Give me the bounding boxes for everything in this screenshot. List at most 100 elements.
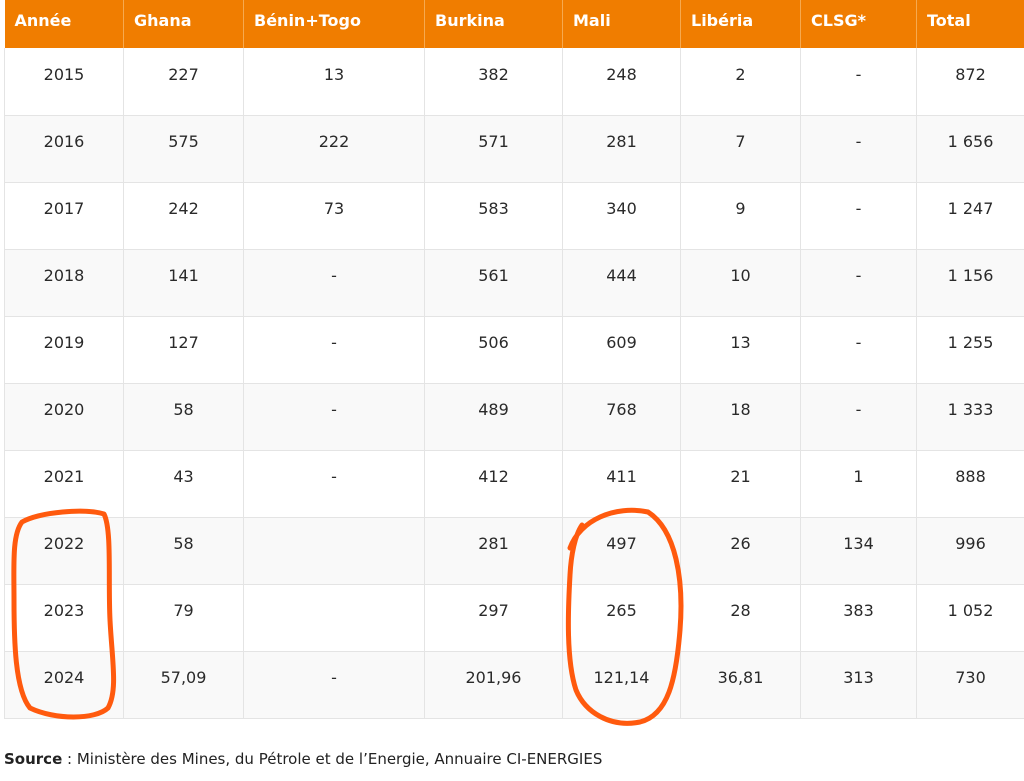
cell-annee: 2022 [4,517,124,585]
cell-total: 1 156 [916,249,1024,317]
cell-benin-togo [243,584,425,652]
cell-liberia: 18 [680,383,801,451]
header-clsg: CLSG* [800,0,917,48]
cell-total: 730 [916,651,1024,719]
cell-burkina: 583 [424,182,563,250]
table-row: 2023 79 297 265 28 383 1 052 [4,584,1024,652]
cell-clsg: 383 [800,584,917,652]
cell-benin-togo: - [243,249,425,317]
cell-mali: 609 [562,316,681,384]
cell-total: 888 [916,450,1024,518]
table-row: 2021 43-412 411 21 1 888 [4,450,1024,518]
cell-burkina: 561 [424,249,563,317]
cell-burkina: 506 [424,316,563,384]
table-row: 2018 141-561 444 10-1 156 [4,249,1024,317]
cell-annee: 2021 [4,450,124,518]
cell-liberia: 7 [680,115,801,183]
cell-burkina: 297 [424,584,563,652]
header-mali: Mali [562,0,681,48]
cell-burkina: 281 [424,517,563,585]
header-liberia: Libéria [680,0,801,48]
cell-burkina: 412 [424,450,563,518]
cell-mali: 281 [562,115,681,183]
cell-total: 1 656 [916,115,1024,183]
cell-mali: 497 [562,517,681,585]
cell-burkina: 201,96 [424,651,563,719]
header-benin-togo: Bénin+Togo [243,0,425,48]
cell-total: 1 333 [916,383,1024,451]
cell-ghana: 57,09 [123,651,244,719]
cell-mali: 265 [562,584,681,652]
cell-benin-togo: - [243,450,425,518]
cell-clsg: - [800,249,917,317]
cell-annee: 2015 [4,48,124,116]
cell-ghana: 58 [123,517,244,585]
header-ghana: Ghana [123,0,244,48]
table-row: 2017 242 73 583 340 9-1 247 [4,182,1024,250]
table-row: 2015 227 13 382 248 2-872 [4,48,1024,116]
table-header-row: Année Ghana Bénin+Togo Burkina Mali Libé… [4,0,1024,48]
cell-ghana: 43 [123,450,244,518]
cell-mali: 768 [562,383,681,451]
table-row: 2016 575 222 571 281 7-1 656 [4,115,1024,183]
cell-ghana: 79 [123,584,244,652]
cell-mali: 444 [562,249,681,317]
cell-ghana: 227 [123,48,244,116]
header-total: Total [916,0,1024,48]
cell-benin-togo: - [243,651,425,719]
cell-mali: 411 [562,450,681,518]
cell-benin-togo: - [243,316,425,384]
cell-clsg: 134 [800,517,917,585]
cell-benin-togo: - [243,383,425,451]
table-row: 2020 58-489 768 18-1 333 [4,383,1024,451]
cell-clsg: 1 [800,450,917,518]
cell-mali: 121,14 [562,651,681,719]
cell-clsg: - [800,383,917,451]
cell-mali: 340 [562,182,681,250]
cell-clsg: - [800,316,917,384]
cell-total: 1 255 [916,316,1024,384]
table-row: 2024 57,09-201,96 121,14 36,81 313 730 [4,651,1024,719]
cell-total: 1 052 [916,584,1024,652]
cell-annee: 2024 [4,651,124,719]
cell-liberia: 36,81 [680,651,801,719]
cell-mali: 248 [562,48,681,116]
cell-annee: 2020 [4,383,124,451]
table-row: 2019 127-506 609 13-1 255 [4,316,1024,384]
header-annee: Année [4,0,124,48]
cell-benin-togo: 13 [243,48,425,116]
cell-total: 872 [916,48,1024,116]
electricity-export-table: Année Ghana Bénin+Togo Burkina Mali Libé… [4,0,1024,719]
cell-ghana: 58 [123,383,244,451]
cell-clsg: - [800,182,917,250]
cell-burkina: 489 [424,383,563,451]
table-row: 2022 58 281 497 26 134 996 [4,517,1024,585]
cell-clsg: - [800,48,917,116]
source-label: Source [4,750,63,768]
cell-total: 1 247 [916,182,1024,250]
cell-ghana: 575 [123,115,244,183]
source-note: Source : Ministère des Mines, du Pétrole… [4,750,602,768]
cell-annee: 2018 [4,249,124,317]
cell-ghana: 141 [123,249,244,317]
cell-clsg: - [800,115,917,183]
cell-annee: 2023 [4,584,124,652]
cell-annee: 2016 [4,115,124,183]
header-burkina: Burkina [424,0,563,48]
cell-burkina: 571 [424,115,563,183]
cell-ghana: 242 [123,182,244,250]
cell-liberia: 10 [680,249,801,317]
cell-burkina: 382 [424,48,563,116]
cell-benin-togo [243,517,425,585]
cell-liberia: 28 [680,584,801,652]
cell-liberia: 13 [680,316,801,384]
cell-benin-togo: 73 [243,182,425,250]
cell-benin-togo: 222 [243,115,425,183]
cell-ghana: 127 [123,316,244,384]
table-body: 2015 227 13 382 248 2-872 2016 575 222 571 281 7-1 … [4,48,1024,719]
cell-liberia: 26 [680,517,801,585]
cell-annee: 2017 [4,182,124,250]
cell-liberia: 2 [680,48,801,116]
cell-clsg: 313 [800,651,917,719]
source-text: : Ministère des Mines, du Pétrole et de … [62,750,603,768]
